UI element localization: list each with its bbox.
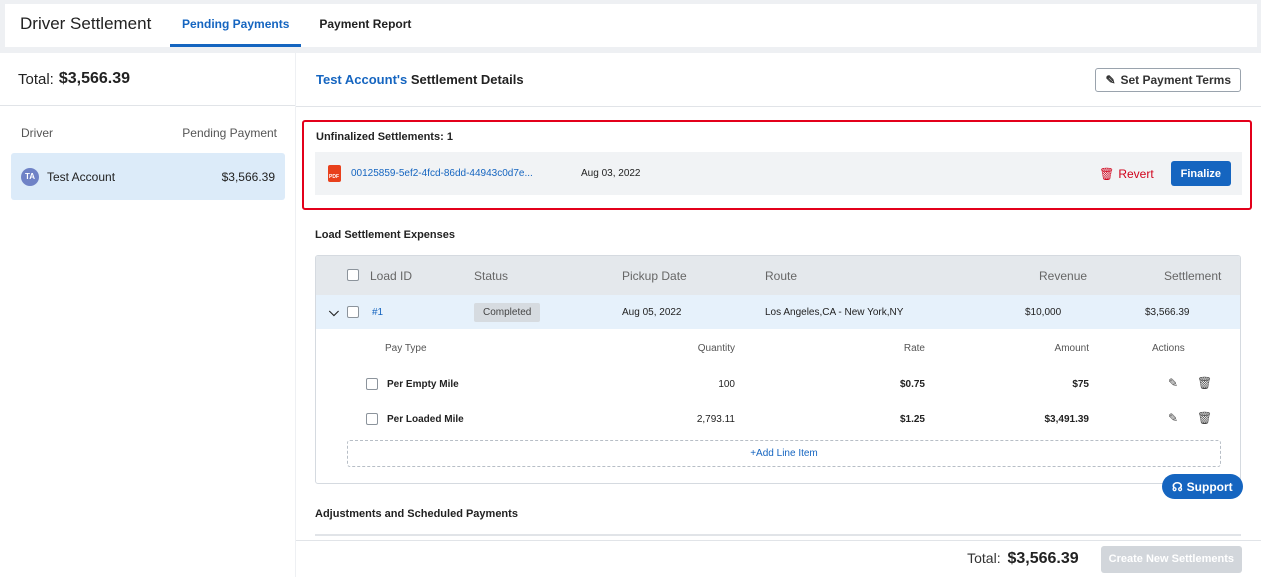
rate: $0.75: [899, 379, 925, 390]
tab-payment-report[interactable]: Payment Report: [307, 4, 423, 47]
headset-icon: ☊: [1172, 479, 1183, 494]
unfinalized-settlement-row: 00125859-5ef2-4fcd-86dd-44943c0d7e... Au…: [315, 152, 1242, 195]
route: Los Angeles,CA - New York,NY: [765, 306, 904, 318]
avatar: TA: [21, 167, 39, 186]
load-expenses-heading: Load Settlement Expenses: [315, 229, 455, 241]
finalize-button[interactable]: Finalize: [1170, 161, 1231, 186]
driver-list-header: Driver Pending Payment: [0, 106, 295, 153]
col-settlement: Settlement: [1164, 268, 1222, 283]
set-payment-terms-button[interactable]: ✎ Set Payment Terms: [1095, 67, 1241, 92]
driver-row[interactable]: TA Test Account $3,566.39: [11, 153, 285, 200]
settlement-file-link[interactable]: 00125859-5ef2-4fcd-86dd-44943c0d7e...: [351, 168, 581, 179]
col-rate: Rate: [903, 343, 925, 354]
app-title: Driver Settlement: [20, 14, 152, 33]
table-row[interactable]: ⌵ #1 Completed Aug 05, 2022 Los Angeles,…: [316, 295, 1240, 329]
details-title-suffix: Settlement Details: [410, 72, 524, 87]
details-footer: Total: $3,566.39 Create New Settlements: [296, 540, 1261, 577]
pay-type: Per Empty Mile: [387, 379, 459, 390]
revert-button[interactable]: 🗑︎ Revert: [1099, 167, 1154, 181]
footer-total-label: Total:: [967, 550, 1001, 566]
support-button[interactable]: ☊ Support: [1162, 474, 1243, 499]
driver-panel: Total: $3,566.39 Driver Pending Payment …: [0, 53, 295, 577]
row-checkbox[interactable]: [347, 306, 359, 318]
col-pickup-date: Pickup Date: [622, 268, 687, 283]
rate: $1.25: [899, 414, 925, 425]
driver-column-header: Driver: [21, 126, 53, 140]
footer-total: Total: $3,566.39: [967, 550, 1079, 568]
col-quantity: Quantity: [697, 343, 735, 354]
chevron-down-icon[interactable]: ⌵: [329, 304, 339, 320]
edit-icon[interactable]: ✎: [1168, 411, 1178, 425]
col-status: Status: [474, 268, 509, 283]
top-header: Driver Settlement Pending Payments Payme…: [5, 4, 1257, 47]
select-all-checkbox[interactable]: [347, 269, 359, 281]
set-payment-terms-label: Set Payment Terms: [1120, 72, 1232, 87]
settlement-amount: $3,566.39: [1145, 306, 1190, 318]
details-header: Test Account's Settlement Details ✎ Set …: [296, 53, 1261, 107]
unfinalized-settlements-box: Unfinalized Settlements: 1 00125859-5ef2…: [302, 120, 1252, 210]
settlement-date: Aug 03, 2022: [581, 168, 641, 179]
trash-icon: 🗑︎: [1099, 166, 1115, 181]
pdf-file-icon: [328, 165, 341, 182]
list-item: Per Empty Mile 100 $0.75 $75 ✎ 🗑︎: [316, 367, 1240, 402]
account-link[interactable]: Test Account's: [316, 72, 407, 87]
unfinalized-count: 1: [446, 131, 453, 143]
load-settlement-table: Load ID Status Pickup Date Route Revenue…: [315, 255, 1241, 484]
status-badge: Completed: [474, 302, 541, 322]
amount: $75: [1072, 379, 1089, 390]
pay-item-checkbox[interactable]: [366, 378, 378, 390]
left-total: Total: $3,566.39: [0, 53, 295, 106]
add-line-item-button[interactable]: +Add Line Item: [347, 440, 1221, 467]
total-label: Total:: [18, 70, 54, 88]
footer-total-value: $3,566.39: [1007, 550, 1079, 567]
trash-icon[interactable]: 🗑︎: [1197, 411, 1212, 425]
col-actions: Actions: [1152, 343, 1185, 354]
load-table-header: Load ID Status Pickup Date Route Revenue…: [316, 256, 1240, 295]
adjustments-heading: Adjustments and Scheduled Payments: [315, 508, 518, 520]
unfinalized-label: Unfinalized Settlements: 1: [316, 131, 453, 143]
load-id-link[interactable]: #1: [372, 307, 383, 318]
revert-label: Revert: [1118, 166, 1154, 181]
edit-icon: ✎: [1105, 72, 1116, 87]
col-route: Route: [765, 268, 798, 283]
col-revenue: Revenue: [1039, 268, 1088, 283]
support-label: Support: [1186, 479, 1233, 494]
driver-name: Test Account: [47, 169, 116, 184]
total-value: $3,566.39: [58, 70, 131, 87]
pending-payment-column-header: Pending Payment: [182, 126, 277, 140]
tab-pending-payments[interactable]: Pending Payments: [170, 4, 302, 47]
edit-icon[interactable]: ✎: [1168, 376, 1178, 390]
revenue: $10,000: [1025, 306, 1062, 318]
trash-icon[interactable]: 🗑︎: [1197, 376, 1212, 390]
pickup-date: Aug 05, 2022: [622, 306, 682, 318]
settlement-details-panel: Test Account's Settlement Details ✎ Set …: [296, 53, 1261, 577]
divider: [315, 534, 1241, 536]
driver-pending-amount: $3,566.39: [221, 169, 275, 184]
col-amount: Amount: [1054, 343, 1089, 354]
col-load-id: Load ID: [370, 268, 413, 283]
quantity: 100: [718, 379, 735, 390]
create-new-settlements-button[interactable]: Create New Settlements: [1100, 545, 1242, 573]
pay-item-checkbox[interactable]: [366, 413, 378, 425]
list-item: Per Loaded Mile 2,793.11 $1.25 $3,491.39…: [316, 402, 1240, 437]
unfinalized-label-text: Unfinalized Settlements:: [316, 131, 444, 143]
amount: $3,491.39: [1044, 414, 1090, 425]
pay-type: Per Loaded Mile: [387, 414, 464, 425]
pay-items-header: Pay Type Quantity Rate Amount Actions: [316, 329, 1240, 367]
quantity: 2,793.11: [696, 414, 735, 425]
col-pay-type: Pay Type: [385, 343, 427, 354]
details-title: Test Account's Settlement Details: [316, 72, 524, 87]
